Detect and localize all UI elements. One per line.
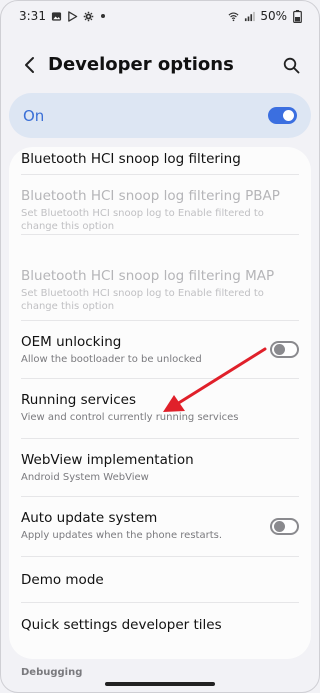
settings-icon	[83, 11, 94, 22]
status-right: 50%	[228, 9, 303, 23]
list-item-auto-update-system[interactable]: Auto update system Apply updates when th…	[21, 497, 299, 557]
settings-list: Bluetooth HCI snoop log filtering Blueto…	[9, 147, 311, 659]
search-icon	[283, 57, 299, 73]
item-subtitle: Set Bluetooth HCI snoop log to Enable fi…	[21, 208, 264, 232]
item-title: OEM unlocking	[21, 334, 122, 350]
item-subtitle: Set Bluetooth HCI snoop log to Enable fi…	[21, 288, 264, 312]
wifi-icon	[228, 11, 239, 22]
gesture-nav-handle[interactable]	[105, 682, 215, 686]
play-store-icon	[67, 10, 78, 22]
auto-update-toggle[interactable]	[270, 518, 299, 535]
item-subtitle: Android System WebView	[21, 472, 149, 483]
back-button[interactable]	[15, 51, 43, 79]
oem-unlocking-toggle[interactable]	[270, 341, 299, 358]
signal-icon	[244, 11, 256, 22]
toggle-knob	[283, 110, 294, 121]
master-switch-label: On	[23, 106, 45, 125]
item-subtitle: Allow the bootloader to be unlocked	[21, 354, 202, 365]
list-item-running-services[interactable]: Running services View and control curren…	[21, 379, 299, 439]
list-item-quick-settings-dev-tiles[interactable]: Quick settings developer tiles	[21, 603, 299, 659]
developer-options-master-switch[interactable]: On	[9, 93, 311, 138]
item-title: Bluetooth HCI snoop log filtering MAP	[21, 268, 275, 284]
toggle-knob	[274, 344, 285, 355]
item-title: WebView implementation	[21, 452, 194, 468]
status-bar: 3:31 50%	[1, 1, 319, 31]
item-subtitle: Apply updates when the phone restarts.	[21, 530, 223, 541]
phone-screen: 3:31 50% Developer options On Bluetooth …	[0, 0, 320, 693]
battery-icon	[292, 9, 303, 23]
search-button[interactable]	[277, 51, 305, 79]
item-title: Bluetooth HCI snoop log filtering PBAP	[21, 188, 280, 204]
status-time: 3:31	[19, 9, 46, 23]
item-title: Quick settings developer tiles	[21, 617, 222, 633]
item-title: Running services	[21, 392, 137, 408]
item-title: Bluetooth HCI snoop log filtering	[21, 151, 241, 167]
app-header: Developer options	[1, 45, 319, 85]
status-left: 3:31	[19, 9, 105, 23]
list-item-bt-hci-filtering-pbap: Bluetooth HCI snoop log filtering PBAP S…	[21, 175, 299, 235]
list-item-oem-unlocking[interactable]: OEM unlocking Allow the bootloader to be…	[21, 321, 299, 379]
item-title: Auto update system	[21, 510, 158, 526]
item-subtitle: View and control currently running servi…	[21, 412, 239, 423]
toggle-knob	[274, 521, 285, 532]
master-toggle[interactable]	[268, 107, 297, 124]
notification-dot-icon	[100, 14, 105, 18]
section-header-debugging: Debugging	[21, 667, 83, 678]
page-title: Developer options	[48, 54, 234, 75]
list-item-bt-hci-filtering-map: Bluetooth HCI snoop log filtering MAP Se…	[21, 235, 299, 321]
gallery-icon	[51, 11, 62, 22]
battery-percent: 50%	[260, 9, 287, 23]
list-item-bt-hci-filtering[interactable]: Bluetooth HCI snoop log filtering	[21, 147, 299, 175]
chevron-left-icon	[25, 57, 34, 73]
item-title: Demo mode	[21, 572, 104, 588]
list-item-demo-mode[interactable]: Demo mode	[21, 557, 299, 603]
list-item-webview-implementation[interactable]: WebView implementation Android System We…	[21, 439, 299, 497]
